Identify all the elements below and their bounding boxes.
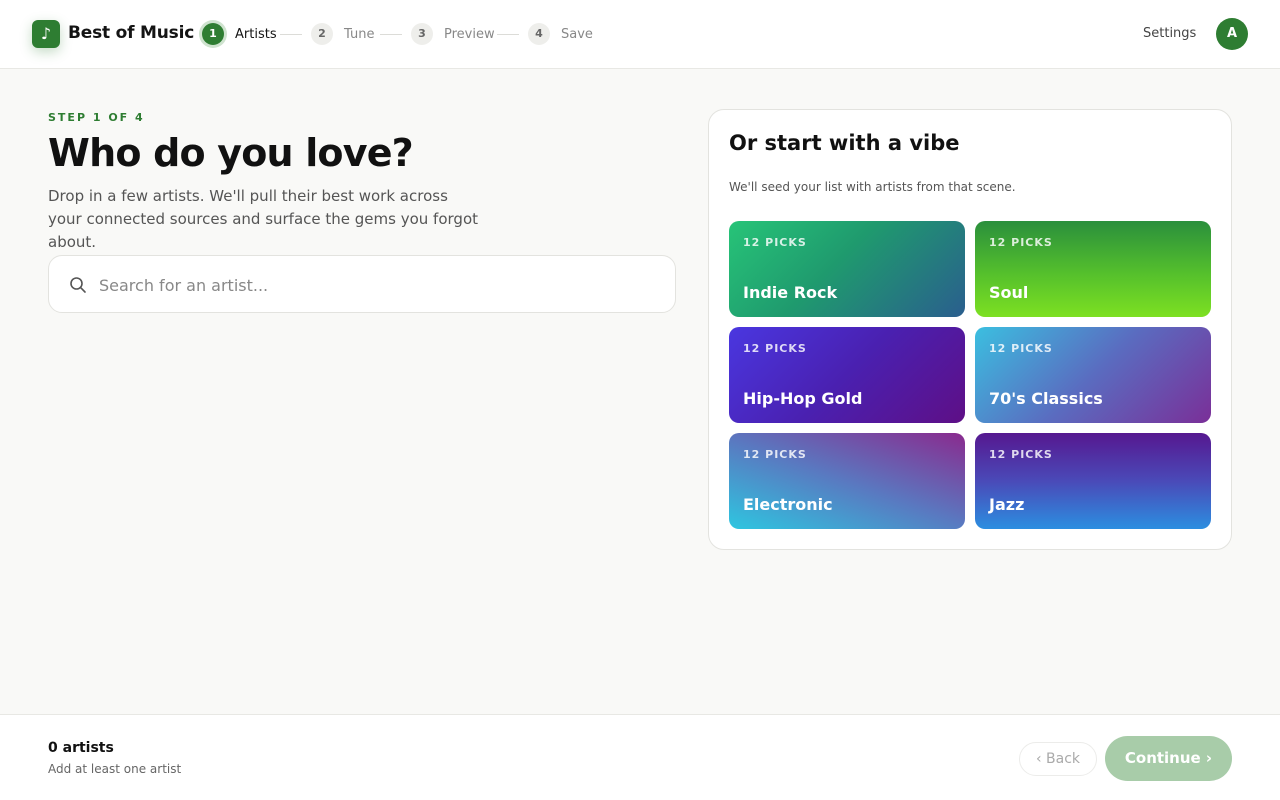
vibe-card-subtitle: We'll seed your list with artists from t… [729, 180, 1016, 194]
tile-name: Soul [989, 283, 1029, 302]
tile-picks: 12 PICKS [743, 236, 807, 249]
step-label: Preview [444, 26, 495, 42]
step-connector [497, 34, 519, 35]
step-eyebrow: STEP 1 OF 4 [48, 111, 145, 124]
back-button[interactable]: ‹ Back [1019, 742, 1097, 776]
avatar[interactable]: A [1216, 18, 1248, 50]
top-bar: ♪ Best of Music 1 Artists 2 Tune 3 Previ… [0, 0, 1280, 69]
step-number: 4 [528, 23, 550, 45]
tile-name: Jazz [989, 495, 1025, 514]
vibe-tile-hip-hop-gold[interactable]: 12 PICKS Hip-Hop Gold [729, 327, 965, 423]
search-icon [70, 277, 86, 293]
step-number: 2 [311, 23, 333, 45]
tile-name: Hip-Hop Gold [743, 389, 863, 408]
step-connector [380, 34, 402, 35]
artist-count: 0 artists [48, 740, 114, 756]
step-preview[interactable]: 3 Preview [411, 20, 495, 48]
artist-count-hint: Add at least one artist [48, 762, 182, 776]
artist-search-input[interactable] [99, 270, 659, 300]
settings-link[interactable]: Settings [1143, 26, 1196, 41]
step-tune[interactable]: 2 Tune [311, 20, 374, 48]
tile-picks: 12 PICKS [743, 448, 807, 461]
artist-search-box[interactable] [48, 255, 676, 313]
tile-name: Indie Rock [743, 283, 838, 302]
bottom-bar: 0 artists Add at least one artist ‹ Back… [0, 714, 1280, 800]
vibe-tile-soul[interactable]: 12 PICKS Soul [975, 221, 1211, 317]
step-number: 3 [411, 23, 433, 45]
tile-picks: 12 PICKS [743, 342, 807, 355]
step-label: Tune [344, 26, 375, 42]
tile-name: Electronic [743, 495, 833, 514]
vibe-card: Or start with a vibe We'll seed your lis… [708, 109, 1232, 550]
tile-name: 70's Classics [989, 389, 1103, 408]
vibe-card-title: Or start with a vibe [729, 131, 960, 155]
tile-picks: 12 PICKS [989, 342, 1053, 355]
step-connector [280, 34, 302, 35]
step-save[interactable]: 4 Save [528, 20, 593, 48]
app-name[interactable]: Best of Music [68, 23, 194, 43]
vibe-tile-jazz[interactable]: 12 PICKS Jazz [975, 433, 1211, 529]
vibe-tile-electronic[interactable]: 12 PICKS Electronic [729, 433, 965, 529]
step-artists[interactable]: 1 Artists [202, 20, 277, 48]
tile-picks: 12 PICKS [989, 236, 1053, 249]
page-subtitle: Drop in a few artists. We'll pull their … [48, 187, 478, 251]
continue-button[interactable]: Continue › [1105, 736, 1232, 781]
step-label: Artists [235, 26, 277, 42]
step-label: Save [561, 26, 593, 42]
music-note-icon[interactable]: ♪ [32, 20, 60, 48]
vibe-tile-70s-classics[interactable]: 12 PICKS 70's Classics [975, 327, 1211, 423]
step-number: 1 [202, 23, 224, 45]
vibe-tile-indie-rock[interactable]: 12 PICKS Indie Rock [729, 221, 965, 317]
page-title: Who do you love? [48, 131, 414, 175]
tile-picks: 12 PICKS [989, 448, 1053, 461]
